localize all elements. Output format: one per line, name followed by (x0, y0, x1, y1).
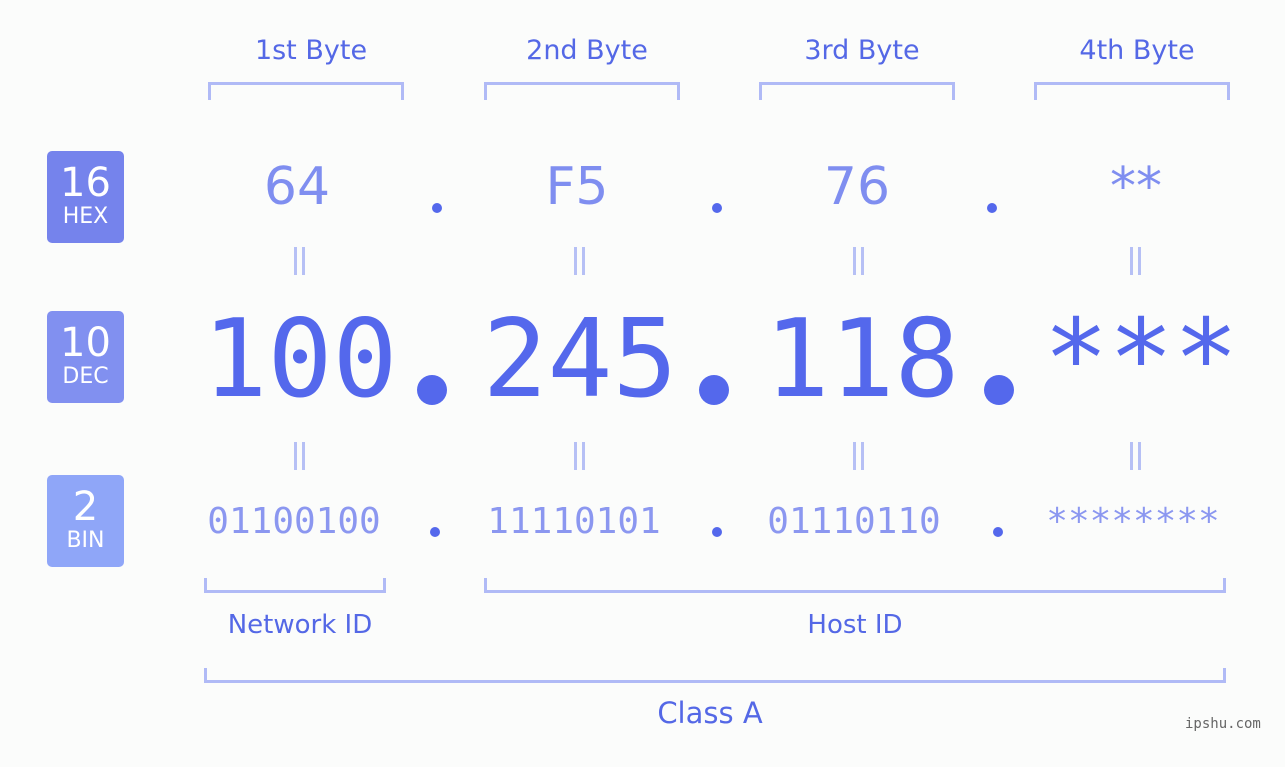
hex-base-number: 16 (60, 160, 111, 206)
byte-header-2: 2nd Byte (526, 35, 648, 66)
byte-header-3: 3rd Byte (804, 35, 920, 66)
bin-base-label: BIN (66, 528, 105, 553)
hex-badge: 16 HEX (47, 151, 124, 243)
bin-separator-dot (712, 527, 722, 537)
dec-base-number: 10 (60, 320, 111, 366)
byte-bracket-2 (484, 82, 680, 100)
byte-bracket-1 (208, 82, 404, 100)
bin-separator-dot (993, 527, 1003, 537)
bin-byte-4: ******** (1046, 501, 1220, 542)
network-id-label: Network ID (227, 610, 373, 640)
class-bracket (204, 668, 1226, 683)
bin-badge: 2 BIN (47, 475, 124, 567)
equals-icon (1128, 442, 1142, 470)
bin-separator-dot (430, 527, 440, 537)
equals-icon (292, 247, 306, 275)
equals-icon (851, 442, 865, 470)
byte-bracket-3 (759, 82, 955, 100)
equals-icon (292, 442, 306, 470)
equals-icon (851, 247, 865, 275)
hex-separator-dot (712, 203, 722, 213)
bin-byte-3: 01110110 (767, 501, 941, 542)
dec-badge: 10 DEC (47, 311, 124, 403)
dec-base-label: DEC (62, 364, 109, 389)
watermark: ipshu.com (1185, 716, 1261, 732)
dec-separator-dot (699, 375, 729, 405)
bin-base-number: 2 (72, 484, 99, 530)
bin-byte-2: 11110101 (487, 501, 661, 542)
hex-byte-1: 64 (263, 157, 331, 217)
hex-separator-dot (432, 203, 442, 213)
hex-byte-4: ** (1110, 157, 1162, 217)
class-label: Class A (657, 696, 763, 730)
equals-icon (1128, 247, 1142, 275)
dec-byte-4: *** (1043, 297, 1239, 422)
dec-byte-3: 118 (764, 297, 960, 422)
dec-separator-dot (984, 375, 1014, 405)
hex-base-label: HEX (62, 204, 109, 229)
network-id-bracket (204, 578, 386, 593)
hex-byte-2: F5 (545, 157, 609, 217)
dec-byte-1: 100 (202, 297, 398, 422)
host-id-label: Host ID (807, 610, 903, 640)
byte-header-4: 4th Byte (1079, 35, 1195, 66)
hex-byte-3: 76 (823, 157, 891, 217)
byte-header-1: 1st Byte (254, 35, 368, 66)
dec-separator-dot (417, 375, 447, 405)
hex-separator-dot (987, 203, 997, 213)
equals-icon (572, 247, 586, 275)
byte-bracket-4 (1034, 82, 1230, 100)
bin-byte-1: 01100100 (207, 501, 381, 542)
equals-icon (572, 442, 586, 470)
dec-byte-2: 245 (482, 297, 678, 422)
host-id-bracket (484, 578, 1226, 593)
